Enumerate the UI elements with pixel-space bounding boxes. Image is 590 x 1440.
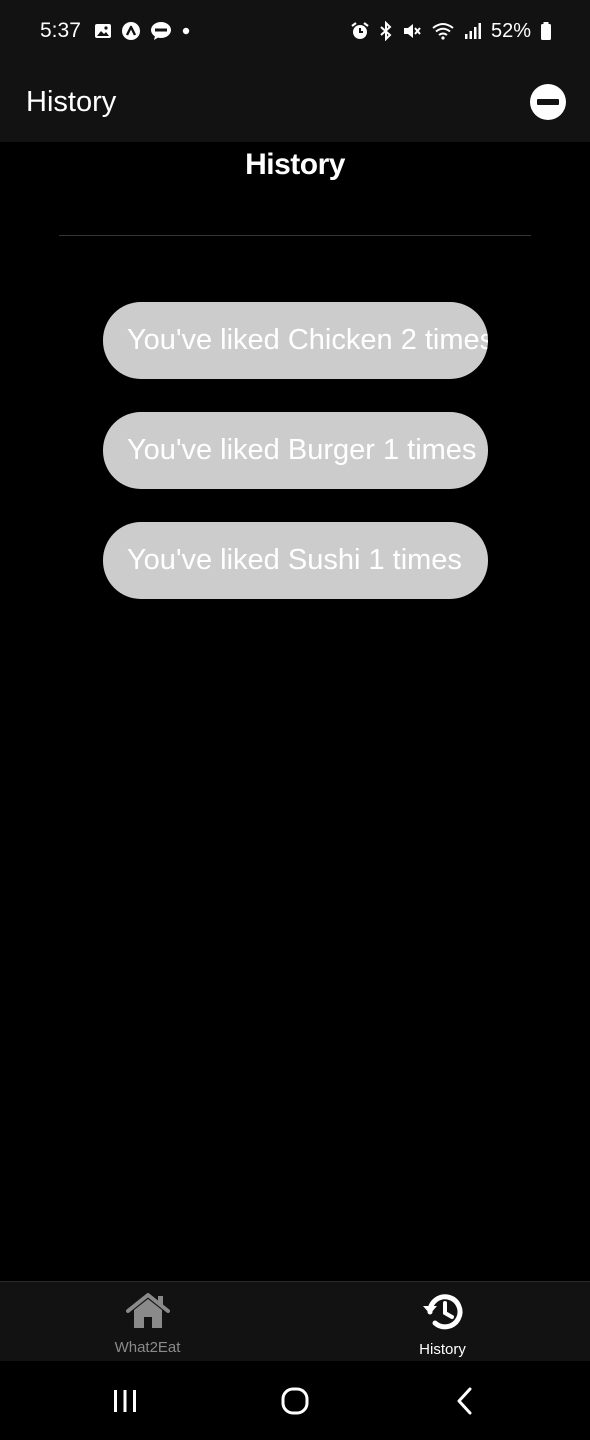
- talk-chat-icon: [150, 21, 172, 41]
- tab-what2eat-label: What2Eat: [114, 1339, 181, 1356]
- recent-apps-icon[interactable]: [85, 1371, 165, 1431]
- app-bar-title: History: [26, 85, 117, 118]
- history-list: You've liked Chicken 2 times You've like…: [103, 302, 488, 632]
- dot-icon: [181, 26, 191, 36]
- tab-what2eat[interactable]: What2Eat: [0, 1282, 295, 1361]
- divider: [59, 235, 531, 236]
- system-nav: [0, 1361, 590, 1440]
- gallery-icon: [94, 23, 112, 39]
- wifi-icon: [431, 21, 455, 41]
- page-heading: History: [245, 148, 345, 181]
- battery-percentage: 52%: [490, 19, 531, 42]
- status-time: 5:37: [40, 19, 81, 42]
- history-item-chicken[interactable]: You've liked Chicken 2 times: [103, 302, 488, 379]
- signal-icon: [464, 22, 482, 40]
- back-icon[interactable]: [425, 1371, 505, 1431]
- tab-history[interactable]: History: [295, 1282, 590, 1361]
- alarm-icon: [350, 21, 370, 41]
- status-left: 5:37: [40, 19, 191, 43]
- status-right: 52%: [350, 20, 552, 43]
- minus-circle-icon[interactable]: [530, 84, 566, 120]
- status-bar: 5:37 52%: [0, 0, 590, 62]
- screen: 5:37 52% History History You've liked Ch…: [0, 0, 590, 1440]
- app-bar: History: [0, 62, 590, 142]
- app-notification-icon: [121, 21, 141, 41]
- tab-history-label: History: [419, 1341, 466, 1358]
- bottom-nav: What2Eat History: [0, 1281, 590, 1361]
- history-item-sushi[interactable]: You've liked Sushi 1 times: [103, 522, 488, 599]
- mute-icon: [402, 21, 422, 41]
- history-item-burger[interactable]: You've liked Burger 1 times: [103, 412, 488, 489]
- minus-bar: [537, 99, 559, 105]
- home-icon: [125, 1292, 171, 1335]
- home-circle-icon[interactable]: [255, 1371, 335, 1431]
- history-icon: [421, 1292, 465, 1337]
- bluetooth-icon: [379, 21, 393, 41]
- battery-icon: [540, 21, 552, 41]
